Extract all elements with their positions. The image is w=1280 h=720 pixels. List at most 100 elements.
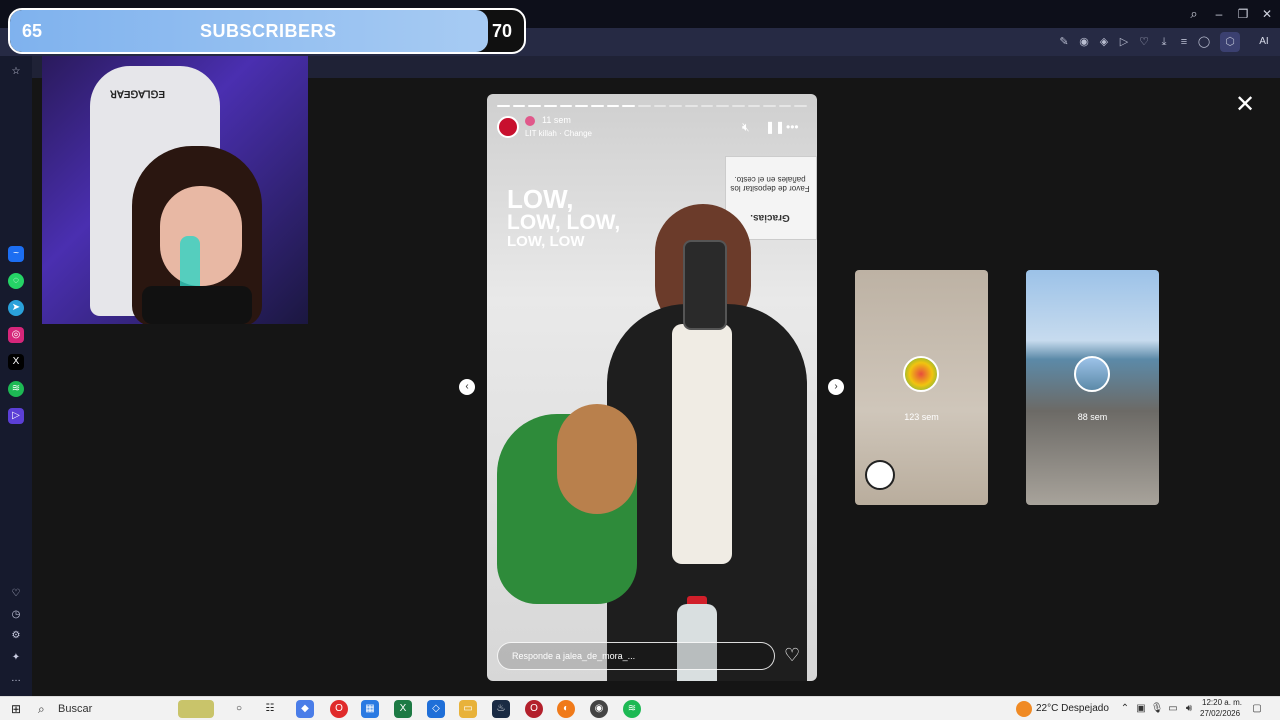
preview-avatar [1074, 356, 1110, 392]
excel-icon[interactable]: X [394, 700, 412, 718]
progress-segment [700, 105, 714, 107]
story-main[interactable]: Favor de depositar los pañales en el ces… [487, 94, 817, 681]
progress-segment [528, 105, 541, 107]
progress-segment [747, 105, 761, 107]
notifications-icon[interactable]: ▢ [1250, 702, 1264, 716]
progress-segment [731, 105, 745, 107]
network-icon[interactable]: ▭ [1166, 702, 1180, 716]
download-icon[interactable]: ⤓ [1156, 34, 1172, 50]
messenger-icon[interactable]: ~ [8, 246, 24, 262]
telegram-icon[interactable]: ➤ [8, 300, 24, 316]
opera-gx-icon[interactable]: O [525, 700, 543, 718]
story-time: 11 sem [542, 115, 571, 125]
progress-segment [575, 105, 588, 107]
store-icon[interactable]: ▦ [361, 700, 379, 718]
preview-time: 88 sem [1077, 412, 1108, 422]
progress-segment [512, 105, 526, 107]
progress-segment [637, 105, 651, 107]
progress-segment [559, 105, 573, 107]
clock-date[interactable]: 27/02/2026 [1200, 709, 1240, 718]
like-icon[interactable]: ♡ [784, 645, 800, 666]
tray-app-icon[interactable]: ▣ [1134, 702, 1148, 716]
story-progress [497, 105, 808, 107]
weather-text[interactable]: 22°C Despejado [1036, 703, 1109, 714]
tray-expand-icon[interactable]: ⌃ [1118, 702, 1132, 716]
search-icon[interactable]: ⌕ [1184, 4, 1204, 24]
favorites-icon[interactable]: ♡ [8, 586, 24, 602]
taskbar-spotify-icon[interactable]: ≋ [623, 700, 641, 718]
windows-taskbar: ⊞ ⌕ Buscar ○ ☷ ◆ O ▦ X ◇ ▭ ♨ O ◐ ◉ ≋ 22°… [0, 696, 1280, 720]
volume-icon[interactable]: 🔊︎ [1182, 702, 1196, 716]
shield-icon[interactable]: ◈ [1096, 34, 1112, 50]
previous-story-button[interactable]: ‹ [459, 379, 475, 395]
star-icon[interactable]: ☆ [8, 64, 24, 80]
more-options-icon[interactable]: ••• [786, 120, 799, 134]
app-icon[interactable]: ◇ [427, 700, 445, 718]
progress-segment [653, 105, 667, 107]
microphone [142, 286, 252, 324]
story-text-line3: LOW, LOW [507, 233, 585, 250]
chair-logo-text: ꓤ∀Ǝ⅁∀Ꞁ⅁Ǝ [110, 90, 166, 101]
tips-icon[interactable]: ✦ [8, 650, 24, 666]
cortana-icon[interactable]: ○ [230, 700, 248, 718]
x-icon[interactable]: X [8, 354, 24, 370]
story-avatar[interactable] [497, 116, 519, 138]
sign-thanks: Gracias. [750, 212, 790, 223]
steam-icon[interactable]: ♨ [492, 700, 510, 718]
story-preview[interactable]: 88 sem [1026, 270, 1159, 505]
ai-button[interactable]: AI [1252, 33, 1276, 51]
camera-icon[interactable]: ◉ [1076, 34, 1092, 50]
window-close-button[interactable]: ✕ [1256, 4, 1278, 24]
task-view-icon[interactable]: ☷ [261, 700, 279, 718]
webcam-overlay: ꓤ∀Ǝ⅁∀Ꞁ⅁Ǝ [42, 56, 308, 324]
restore-button[interactable]: ❐ [1232, 4, 1254, 24]
story-song[interactable]: LIT killah · Change [525, 129, 592, 138]
preview-time: 123 sem [904, 412, 939, 422]
taskbar-search-icon[interactable]: ⌕ [38, 701, 52, 717]
cube-icon[interactable]: ⬡ [1222, 34, 1238, 50]
progress-segment [794, 105, 808, 107]
browser-sidebar: ☆ ~ ◌ ➤ ◎ X ≋ ▷ ♡ ◷ ⚙ ✦ … [0, 56, 32, 696]
file-explorer-icon[interactable]: ▭ [459, 700, 477, 718]
pause-icon[interactable]: ❚❚ [765, 120, 785, 134]
minimize-button[interactable]: – [1208, 4, 1230, 24]
heart-icon[interactable]: ♡ [1136, 34, 1152, 50]
play-icon[interactable]: ▷ [1116, 34, 1132, 50]
subscriber-goal-bar: 65 SUBSCRIBERS 70 [8, 8, 526, 54]
weather-icon[interactable] [1016, 701, 1032, 717]
taskbar-search-label[interactable]: Buscar [58, 703, 92, 715]
next-story-button[interactable]: › [828, 379, 844, 395]
menu-icon[interactable]: ≡ [1176, 34, 1192, 50]
reply-input[interactable]: Responde a jalea_de_mora_... [497, 642, 775, 670]
whatsapp-icon[interactable]: ◌ [8, 273, 24, 289]
copilot-icon[interactable]: ◆ [296, 700, 314, 718]
person-shirt [672, 324, 732, 564]
obs-icon[interactable]: ◉ [590, 700, 608, 718]
profile-icon[interactable]: ◯ [1196, 34, 1212, 50]
mute-icon[interactable]: 🔇︎ [742, 120, 750, 135]
windows-start-icon[interactable]: ⊞ [8, 701, 24, 717]
close-icon[interactable]: ✕ [1234, 93, 1256, 117]
subscriber-goal: 70 [492, 21, 513, 41]
settings-icon[interactable]: ⚙ [8, 628, 24, 644]
subscriber-current: 65 [22, 21, 43, 41]
instagram-icon[interactable]: ◎ [8, 327, 24, 343]
clock-time[interactable]: 12:20 a. m. [1202, 698, 1242, 707]
spotify-icon[interactable]: ≋ [8, 381, 24, 397]
progress-segment [606, 105, 620, 107]
search-highlight-icon[interactable] [178, 700, 214, 718]
player-icon[interactable]: ▷ [8, 408, 24, 424]
mic-icon[interactable]: 🎙︎ [1150, 702, 1164, 716]
sign-text: Favor de depositar los pañales en el ces… [730, 175, 810, 193]
firefox-icon[interactable]: ◐ [557, 700, 575, 718]
screen: ⌕ – ❐ ✕ ✎ ◉ ◈ ▷ ♡ ⤓ ≡ ◯ ⬡ AI ☆ ~ ◌ ➤ ◎ X… [0, 0, 1280, 720]
history-icon[interactable]: ◷ [8, 607, 24, 623]
story-preview[interactable]: 123 sem [855, 270, 988, 505]
progress-segment [716, 105, 729, 107]
story-text-line2: LOW, LOW, [507, 211, 621, 234]
edit-icon[interactable]: ✎ [1056, 34, 1072, 50]
more-icon[interactable]: … [8, 671, 24, 687]
streamer-face [160, 186, 242, 286]
story-text-line1: LOW, [507, 184, 574, 214]
opera-icon[interactable]: O [330, 700, 348, 718]
